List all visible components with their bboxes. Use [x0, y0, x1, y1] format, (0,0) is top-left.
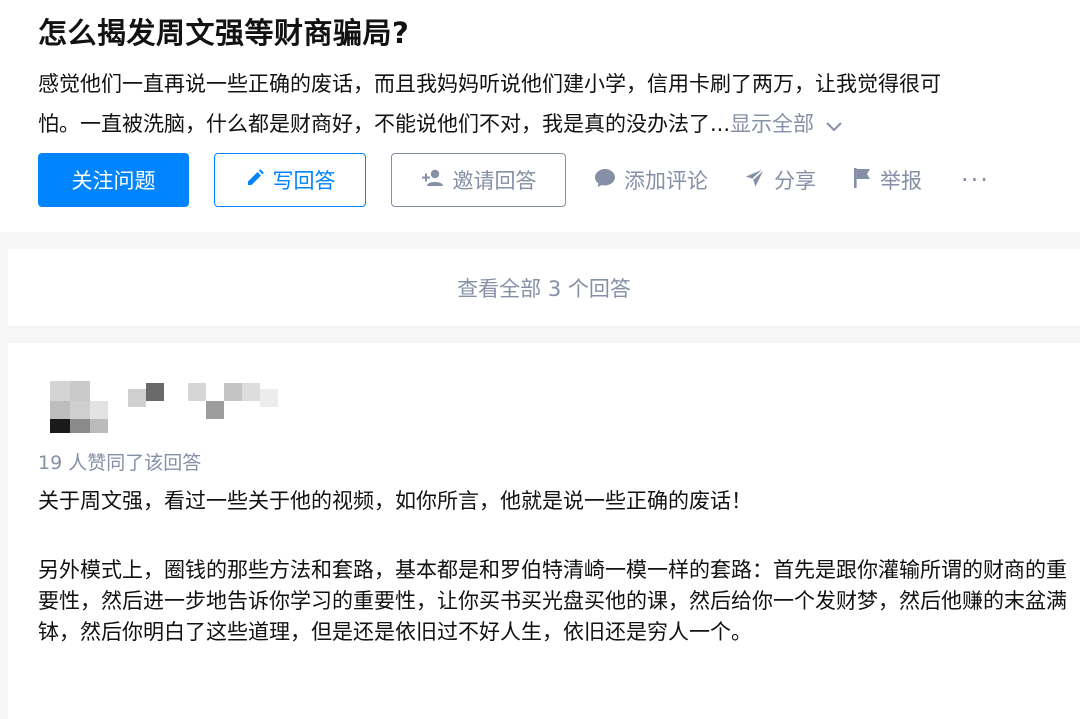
- write-answer-label: 写回答: [272, 169, 336, 193]
- question-actions: 关注问题 写回答 邀请回答 添加评论 分享 举报 ···: [38, 153, 1078, 207]
- follow-question-label: 关注问题: [71, 169, 156, 193]
- question-detail: 感觉他们一直再说一些正确的废话，而且我妈妈听说他们建小学，信用卡刷了两万，让我觉…: [38, 64, 1063, 145]
- question-detail-text: 怕。一直被洗脑，什么都是财商好，不能说他们不对，我是真的没办法了...: [38, 112, 731, 136]
- invite-answer-label: 邀请回答: [452, 169, 537, 193]
- view-all-answers-button[interactable]: 查看全部 3 个回答: [8, 249, 1080, 326]
- answer-paragraph-2: 另外模式上，圈钱的那些方法和套路，基本都是和罗伯特清崎一模一样的套路：首先是跟你…: [38, 558, 1067, 644]
- pencil-icon: [245, 168, 273, 193]
- question-detail-line-2: 怕。一直被洗脑，什么都是财商好，不能说他们不对，我是真的没办法了...显示全部: [38, 104, 1063, 145]
- share-button[interactable]: 分享: [744, 153, 816, 207]
- show-all-label: 显示全部: [730, 112, 815, 136]
- more-label: ···: [961, 166, 990, 194]
- question-detail-line-1: 感觉他们一直再说一些正确的废话，而且我妈妈听说他们建小学，信用卡刷了两万，让我觉…: [38, 72, 941, 96]
- report-button[interactable]: 举报: [852, 153, 922, 207]
- show-all-button[interactable]: 显示全部: [730, 112, 842, 136]
- more-icon[interactable]: ···: [961, 153, 990, 207]
- author-name[interactable]: [128, 383, 288, 423]
- answer-content: 关于周文强，看过一些关于他的视频，如你所言，他就是说一些正确的废话！ 另外模式上…: [38, 486, 1068, 648]
- question-card: 怎么揭发周文强等财商骗局? 感觉他们一直再说一些正确的废话，而且我妈妈听说他们建…: [0, 0, 1080, 232]
- write-answer-button[interactable]: 写回答: [214, 153, 366, 207]
- add-comment-button[interactable]: 添加评论: [594, 153, 708, 207]
- avatar[interactable]: [50, 381, 108, 437]
- answer-paragraph-1: 关于周文强，看过一些关于他的视频，如你所言，他就是说一些正确的废话！: [38, 489, 752, 513]
- comment-icon: [594, 168, 624, 193]
- flag-icon: [852, 167, 880, 194]
- follow-question-button[interactable]: 关注问题: [38, 153, 189, 207]
- view-all-answers-label: 查看全部 3 个回答: [457, 276, 631, 301]
- add-user-icon: [421, 168, 453, 193]
- vote-count: 19 人赞同了该回答: [38, 452, 202, 474]
- share-icon: [744, 167, 774, 194]
- report-label: 举报: [880, 169, 922, 193]
- add-comment-label: 添加评论: [624, 169, 708, 193]
- invite-answer-button[interactable]: 邀请回答: [391, 153, 566, 207]
- question-title: 怎么揭发周文强等财商骗局?: [38, 16, 410, 50]
- share-label: 分享: [774, 169, 816, 193]
- chevron-down-icon: [826, 105, 842, 145]
- answer-card: 19 人赞同了该回答 关于周文强，看过一些关于他的视频，如你所言，他就是说一些正…: [8, 343, 1080, 719]
